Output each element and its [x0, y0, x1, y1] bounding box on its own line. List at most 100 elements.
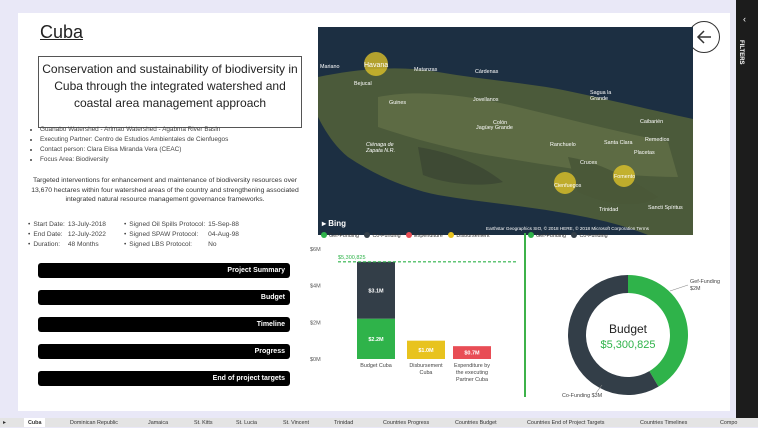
tab-st-lucia[interactable]: St. Lucia: [236, 418, 257, 427]
map-label: Sancti Spíritus: [648, 205, 683, 211]
map-label: Trinidad: [599, 207, 619, 213]
end-date-label: End Date:: [33, 231, 63, 238]
nav-timeline-button[interactable]: Timeline: [38, 317, 290, 332]
map-label: Cruces: [580, 160, 598, 166]
project-details-list: Guanabo Watershed - Arimao Watershed - A…: [28, 125, 330, 165]
nav-end-of-project-targets-button[interactable]: End of project targets: [38, 371, 290, 386]
legend-swatch: [571, 232, 578, 238]
bar-data-label: $0.7M: [464, 351, 480, 357]
category-label: Partner Cuba: [456, 377, 488, 383]
project-dates: • Start Date: 13-July-2018 • Signed Oil Sp…: [28, 220, 242, 250]
tab-compo[interactable]: Compo: [720, 418, 737, 427]
section-divider: [524, 233, 526, 397]
map-label: Sagua la Grande: [590, 90, 612, 102]
map-label: Cienfuegos: [554, 183, 582, 189]
map-label: Matanzas: [414, 67, 438, 73]
tab-countries-timelines[interactable]: Countries Timelines: [640, 418, 687, 427]
donut-center-value: $5,300,825: [600, 339, 655, 351]
lbs-protocol-label: Signed LBS Protocol:: [129, 241, 192, 248]
page-title: Cuba: [40, 22, 84, 42]
detail-focus-area: Focus Area: Biodiversity: [40, 155, 330, 165]
start-date-value: 13-July-2018: [67, 221, 106, 228]
map-label: Fomento: [614, 174, 636, 180]
tab-jamaica[interactable]: Jamaica: [148, 418, 168, 427]
project-description: Targeted interventions for enhancement a…: [31, 177, 299, 203]
category-label: Disbursement: [409, 363, 443, 369]
legend-swatch: [321, 232, 327, 238]
y-tick-label: $2M: [310, 320, 321, 326]
detail-contact: Contact person: Clara Elisa Miranda Vera…: [40, 145, 330, 155]
start-date-label: Start Date:: [33, 221, 65, 228]
project-title-box: Conservation and sustainability of biodi…: [38, 56, 302, 128]
bar-data-label: $2.2M: [368, 337, 384, 343]
map-label: Bejucal: [354, 81, 372, 87]
reference-label: $5,300,825: [338, 255, 366, 261]
map-label: Jovellanos: [473, 97, 499, 103]
legend-swatch: [406, 232, 413, 238]
project-title: Conservation and sustainability of biodi…: [42, 62, 298, 110]
tab-countries-budget[interactable]: Countries Budget: [455, 418, 497, 427]
category-label: the executing: [456, 370, 488, 376]
map-attribution: Earthstar Geographics SIO, © 2018 HERE, …: [486, 226, 649, 231]
budget-bar-chart[interactable]: $0M $2M $4M $6M $2.2M $3.1M $1.0M $0.7M $5,300,8…: [308, 239, 520, 411]
map-label: Ciénaga de Zapata N.R.: [366, 142, 396, 154]
y-tick-label: $0M: [310, 357, 321, 363]
end-date-value: 12-July-2022: [67, 231, 106, 238]
bar-chart-legend: Gef-Funding Co-Funding Expenditure Disbu…: [321, 232, 490, 239]
donut-slice-label: Gef-Funding: [690, 279, 720, 285]
budget-donut-chart[interactable]: Budget $5,300,825 Gef-Funding$2M Co-Funding…: [530, 239, 726, 407]
tab-trinidad[interactable]: Trinidad: [334, 418, 353, 427]
legend-swatch: [448, 232, 455, 238]
map-visual[interactable]: Mariano Havana Matanzas Cárdenas Bejucal…: [318, 27, 693, 235]
oil-protocol-value: 15-Sep-88: [208, 221, 239, 228]
map-label: Placetas: [634, 150, 655, 156]
legend-swatch: [364, 232, 371, 238]
donut-chart-legend: Gef-Funding Co-Funding: [528, 232, 608, 239]
tab-st-kitts[interactable]: St. Kitts: [194, 418, 213, 427]
tab-countries-end-of-project-targets[interactable]: Countries End of Project Targets: [527, 418, 605, 427]
map-label: Caibarién: [640, 119, 664, 125]
spaw-protocol-value: 04-Aug-98: [208, 231, 239, 238]
donut-slice-label: $2M: [690, 286, 701, 292]
map-label: Havana: [364, 62, 389, 69]
duration-value: 48 Months: [67, 241, 99, 248]
bar-data-label: $1.0M: [418, 348, 434, 354]
tab-cuba[interactable]: Cuba: [24, 418, 46, 427]
bing-logo-icon: ▸: [322, 219, 327, 228]
category-label: Expenditure by: [454, 363, 490, 369]
y-tick-label: $6M: [310, 247, 321, 253]
category-label: Cuba: [420, 370, 433, 376]
report-page: Cuba Conservation and sustainability of …: [18, 13, 730, 411]
map-label: Remedios: [645, 137, 670, 143]
duration-label: Duration:: [33, 241, 61, 248]
collapse-chevron-icon[interactable]: ‹: [743, 14, 746, 24]
donut-leader-line: [669, 284, 689, 292]
donut-center-title: Budget: [609, 322, 648, 336]
tab-st-vincent[interactable]: St. Vincent: [283, 418, 309, 427]
back-arrow-icon: [696, 30, 711, 44]
nav-budget-button[interactable]: Budget: [38, 290, 290, 305]
map-label: Guines: [389, 100, 407, 106]
tab-countries-progress[interactable]: Countries Progress: [383, 418, 429, 427]
detail-watershed: Guanabo Watershed - Arimao Watershed - A…: [40, 125, 330, 135]
lbs-protocol-value: No: [208, 241, 217, 248]
category-label: Budget Cuba: [360, 363, 391, 369]
map-label: Ranchuelo: [550, 142, 576, 148]
donut-slice-label: Co-Funding $3M: [562, 393, 603, 399]
spaw-protocol-label: Signed SPAW Protocol:: [129, 231, 199, 238]
nav-project-summary-button[interactable]: Project Summary: [38, 263, 290, 278]
detail-partner: Executing Partner: Centro de Estudios Am…: [40, 135, 330, 145]
bing-logo: ▸ Bing: [322, 219, 347, 228]
map-label: Santa Clara: [604, 140, 633, 146]
map-label: Jagüey Grande: [476, 125, 513, 131]
bar-data-label: $3.1M: [368, 288, 384, 294]
tab-scroll-left-icon[interactable]: ▸: [3, 418, 6, 427]
filters-label[interactable]: FILTERS: [738, 40, 744, 65]
y-tick-label: $4M: [310, 284, 321, 290]
map-label: Cárdenas: [475, 69, 499, 75]
page-tabs: ▸ Cuba Dominican Republic Jamaica St. Ki…: [0, 418, 758, 427]
map-label: Mariano: [320, 64, 340, 70]
tab-dominican-republic[interactable]: Dominican Republic: [70, 418, 118, 427]
legend-swatch: [528, 232, 534, 238]
nav-progress-button[interactable]: Progress: [38, 344, 290, 359]
